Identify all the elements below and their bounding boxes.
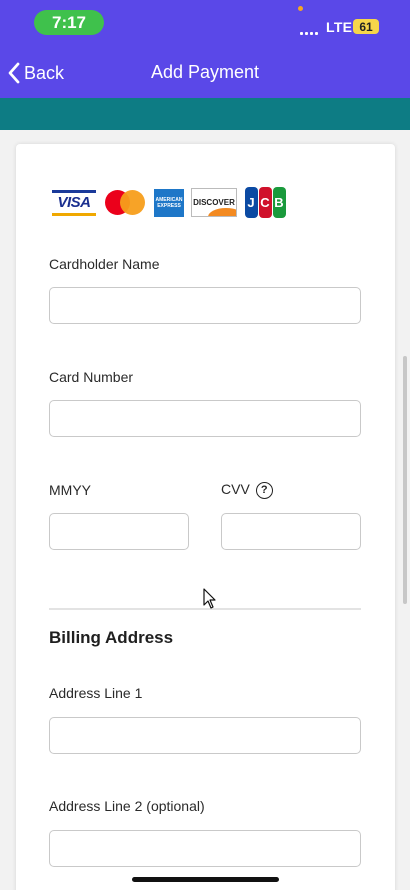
jcb-letter-b: B bbox=[272, 187, 286, 218]
section-divider bbox=[49, 608, 361, 610]
billing-address-heading: Billing Address bbox=[49, 628, 174, 647]
mastercard-logo bbox=[103, 187, 147, 218]
home-indicator[interactable] bbox=[132, 877, 279, 882]
status-time: 7:17 bbox=[34, 10, 104, 35]
expiry-label: MMYY bbox=[49, 482, 91, 498]
jcb-logo: J C B bbox=[244, 187, 286, 218]
jcb-letter-j: J bbox=[244, 187, 258, 218]
card-number-label: Card Number bbox=[49, 369, 134, 385]
payment-form-card: VISA AMERICAN EXPRESS DISCOVER J C B Car… bbox=[16, 144, 395, 890]
address-line-1-label: Address Line 1 bbox=[49, 685, 143, 701]
cvv-label: CVV bbox=[221, 481, 250, 497]
battery-indicator: 61 bbox=[353, 19, 379, 34]
help-icon[interactable]: ? bbox=[255, 481, 273, 499]
scrollbar[interactable] bbox=[403, 356, 407, 604]
address-line-2-input[interactable] bbox=[49, 830, 361, 867]
address-line-1-input[interactable] bbox=[49, 717, 361, 754]
cardholder-name-label: Cardholder Name bbox=[49, 256, 160, 272]
cvv-input[interactable] bbox=[221, 513, 361, 550]
back-button-label: Back bbox=[24, 62, 65, 83]
expiry-input[interactable] bbox=[49, 513, 189, 550]
network-type: LTE bbox=[326, 19, 353, 35]
visa-logo: VISA bbox=[52, 189, 96, 216]
address-line-2-label: Address Line 2 (optional) bbox=[49, 798, 205, 814]
chevron-left-icon bbox=[8, 62, 20, 84]
header-bar: 7:17 LTE 61 Back Add Payment bbox=[0, 0, 410, 98]
discover-logo-text: DISCOVER bbox=[193, 198, 235, 207]
privacy-indicator-dot bbox=[298, 6, 303, 11]
jcb-letter-c: C bbox=[258, 187, 272, 218]
back-button[interactable]: Back bbox=[8, 60, 64, 86]
discover-logo: DISCOVER bbox=[191, 188, 237, 217]
cvv-label-group: CVV? bbox=[221, 481, 273, 499]
header-accent-band bbox=[0, 98, 410, 130]
accepted-cards: VISA AMERICAN EXPRESS DISCOVER J C B bbox=[52, 187, 286, 218]
signal-strength-icon bbox=[300, 27, 322, 35]
card-number-input[interactable] bbox=[49, 400, 361, 437]
cardholder-name-input[interactable] bbox=[49, 287, 361, 324]
amex-logo: AMERICAN EXPRESS bbox=[154, 188, 184, 217]
